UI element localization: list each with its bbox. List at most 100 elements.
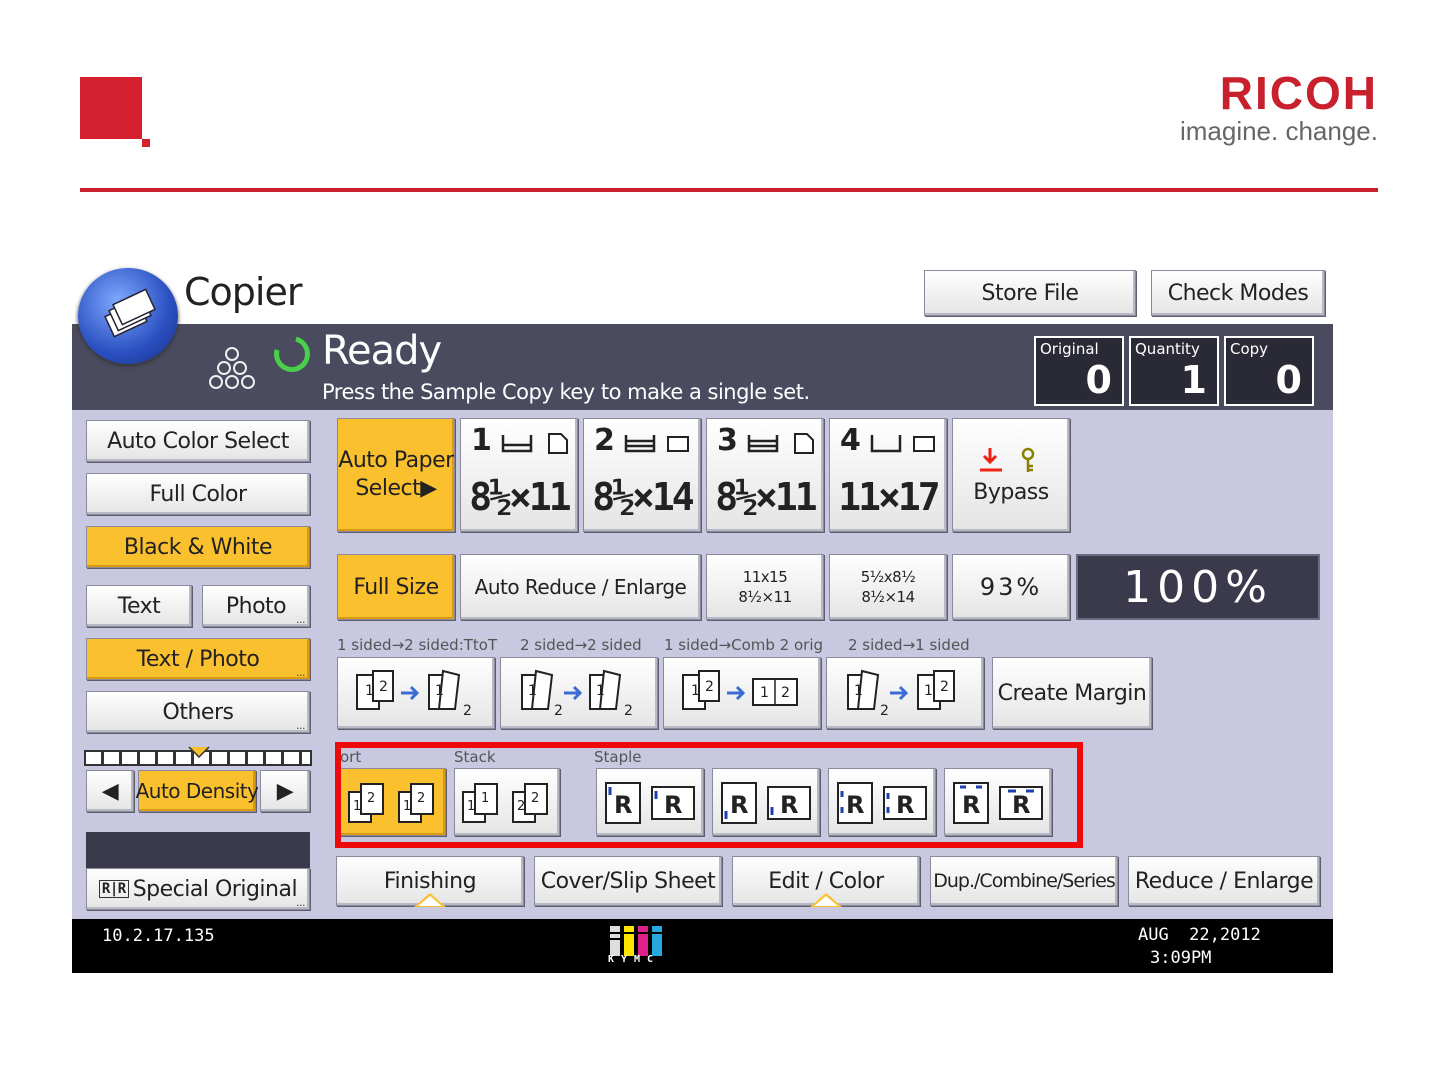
tray-2-button[interactable]: 2 8½×14 (583, 418, 701, 532)
original-counter: Original 0 (1034, 336, 1124, 406)
duplex-combine-button[interactable]: 12 12 (663, 657, 821, 729)
bypass-label: Bypass (973, 479, 1049, 505)
tray-number: 3 (717, 423, 738, 458)
brand-tagline: imagine. change. (1179, 116, 1378, 146)
tray-3-button[interactable]: 3 8½×11 (706, 418, 824, 532)
svg-text:2: 2 (463, 703, 471, 719)
tray-size: 8½×14 (592, 475, 694, 519)
date-time: AUG 22,2012 3:09PM (1138, 924, 1261, 970)
duplex-1to2-button[interactable]: 12 12 (337, 657, 495, 729)
svg-text:2: 2 (554, 703, 562, 719)
duplex-2to2-icon: 1 2 1 2 (521, 669, 633, 719)
bypass-tray-icon (980, 447, 1035, 472)
create-margin-button[interactable]: Create Margin (992, 657, 1152, 729)
copier-screen: Copier Store File Check Modes Ready Pres… (72, 262, 1333, 973)
svg-text:2: 2 (880, 703, 888, 719)
svg-text:2: 2 (624, 703, 632, 719)
app-title: Copier (184, 270, 302, 314)
density-marker-icon (188, 746, 210, 758)
svg-text:2: 2 (940, 679, 948, 695)
store-file-button[interactable]: Store File (924, 270, 1136, 316)
copier-app-icon (78, 268, 178, 364)
preset-top: 5½x8½ (860, 568, 916, 586)
duplex-2to2-button[interactable]: 1 2 1 2 (500, 657, 658, 729)
photo-mode-button[interactable]: Photo (202, 585, 310, 627)
tab-indicator-icon (810, 893, 842, 907)
others-mode-button[interactable]: Others (86, 691, 310, 733)
duplex-label-4: 2 sided→1 sided (848, 636, 970, 654)
toner-letters: KYMC (608, 954, 661, 965)
toner-levels-icon: KYMC (608, 924, 668, 968)
density-lighter-button[interactable]: ◀ (86, 770, 134, 812)
tray-icon (501, 433, 568, 454)
preset-93-button[interactable]: 93% (952, 554, 1070, 620)
preset-bottom: 8½×14 (861, 588, 915, 606)
tab-edit-color[interactable]: Edit / Color (732, 856, 920, 907)
right-arrow-icon: ▶ (276, 778, 294, 804)
black-white-button[interactable]: Black & White (86, 526, 310, 568)
text-mode-button[interactable]: Text (86, 585, 192, 627)
svg-text:1: 1 (435, 683, 443, 699)
preset-top: 11x15 (742, 568, 788, 586)
text-photo-mode-button[interactable]: Text / Photo (86, 638, 310, 680)
highlight-box (335, 742, 1083, 848)
header-rule (80, 188, 1378, 192)
svg-text:1: 1 (365, 683, 373, 699)
tray-size: 8½×11 (715, 475, 817, 519)
bypass-button[interactable]: Bypass (952, 418, 1070, 532)
preset-bottom: 8½×11 (738, 588, 792, 606)
full-color-button[interactable]: Full Color (86, 473, 310, 515)
density-darker-button[interactable]: ▶ (260, 770, 310, 812)
tray-icon (747, 433, 814, 454)
svg-text:2: 2 (705, 679, 713, 695)
duplex-1to2-icon: 12 12 (356, 669, 472, 719)
counter-label: Copy (1230, 340, 1269, 358)
preset-ratio-2-button[interactable]: 5½x8½ 8½×14 (829, 554, 947, 620)
counter-value: 0 (1275, 358, 1302, 402)
tab-label: Edit / Color (768, 868, 884, 894)
special-original-label: Special Original (132, 876, 298, 902)
ricoh-brand: RICOH imagine. change. (1180, 68, 1378, 146)
current-ratio-display: 100% (1076, 554, 1320, 620)
tray-number: 4 (840, 423, 861, 458)
auto-paper-select-button[interactable]: Auto Paper Select▶ (337, 418, 455, 532)
copy-counter: Copy 0 (1224, 336, 1314, 406)
auto-paper-line1: Auto Paper (338, 448, 454, 473)
svg-text:1: 1 (596, 683, 604, 699)
slide-logo-square (80, 77, 150, 147)
tab-reduce-enlarge[interactable]: Reduce / Enlarge (1128, 856, 1320, 906)
brand-name: RICOH (1219, 67, 1378, 119)
tray-size: 11×17 (838, 475, 940, 519)
preset-ratio-1-button[interactable]: 11x15 8½×11 (706, 554, 824, 620)
tray-icon (624, 435, 689, 453)
check-modes-button[interactable]: Check Modes (1151, 270, 1325, 316)
footer-time: 3:09PM (1150, 948, 1212, 968)
tab-indicator-icon (414, 893, 446, 907)
special-original-preview (86, 832, 310, 868)
svg-text:1: 1 (854, 683, 862, 699)
special-original-button[interactable]: R|R Special Original (86, 868, 310, 910)
auto-paper-line2: Select▶ (355, 476, 437, 501)
svg-text:1: 1 (760, 685, 768, 701)
svg-text:1: 1 (528, 683, 536, 699)
tab-dup-combine-series[interactable]: Dup./Combine/Series (930, 856, 1118, 906)
tray-4-button[interactable]: 4 11×17 (829, 418, 947, 532)
special-original-icon: R|R (98, 880, 129, 898)
duplex-label-2: 2 sided→2 sided (520, 636, 642, 654)
auto-color-select-button[interactable]: Auto Color Select (86, 420, 310, 462)
full-size-button[interactable]: Full Size (337, 554, 455, 620)
status-message: Press the Sample Copy key to make a sing… (322, 380, 810, 404)
tray-1-button[interactable]: 1 8½×11 (460, 418, 578, 532)
tab-finishing[interactable]: Finishing (336, 856, 524, 907)
ip-address: 10.2.17.135 (102, 926, 215, 946)
tab-cover-slip-sheet[interactable]: Cover/Slip Sheet (534, 856, 722, 906)
auto-reduce-enlarge-button[interactable]: Auto Reduce / Enlarge (460, 554, 701, 620)
duplex-label-3: 1 sided→Comb 2 orig (664, 636, 824, 654)
counter-label: Original (1040, 340, 1099, 358)
counter-value: 0 (1085, 358, 1112, 402)
duplex-combine-icon: 12 12 (682, 670, 798, 710)
status-title: Ready (322, 328, 442, 374)
counter-label: Quantity (1135, 340, 1200, 358)
duplex-2to1-button[interactable]: 12 12 (826, 657, 984, 729)
auto-density-button[interactable]: Auto Density (136, 770, 259, 812)
